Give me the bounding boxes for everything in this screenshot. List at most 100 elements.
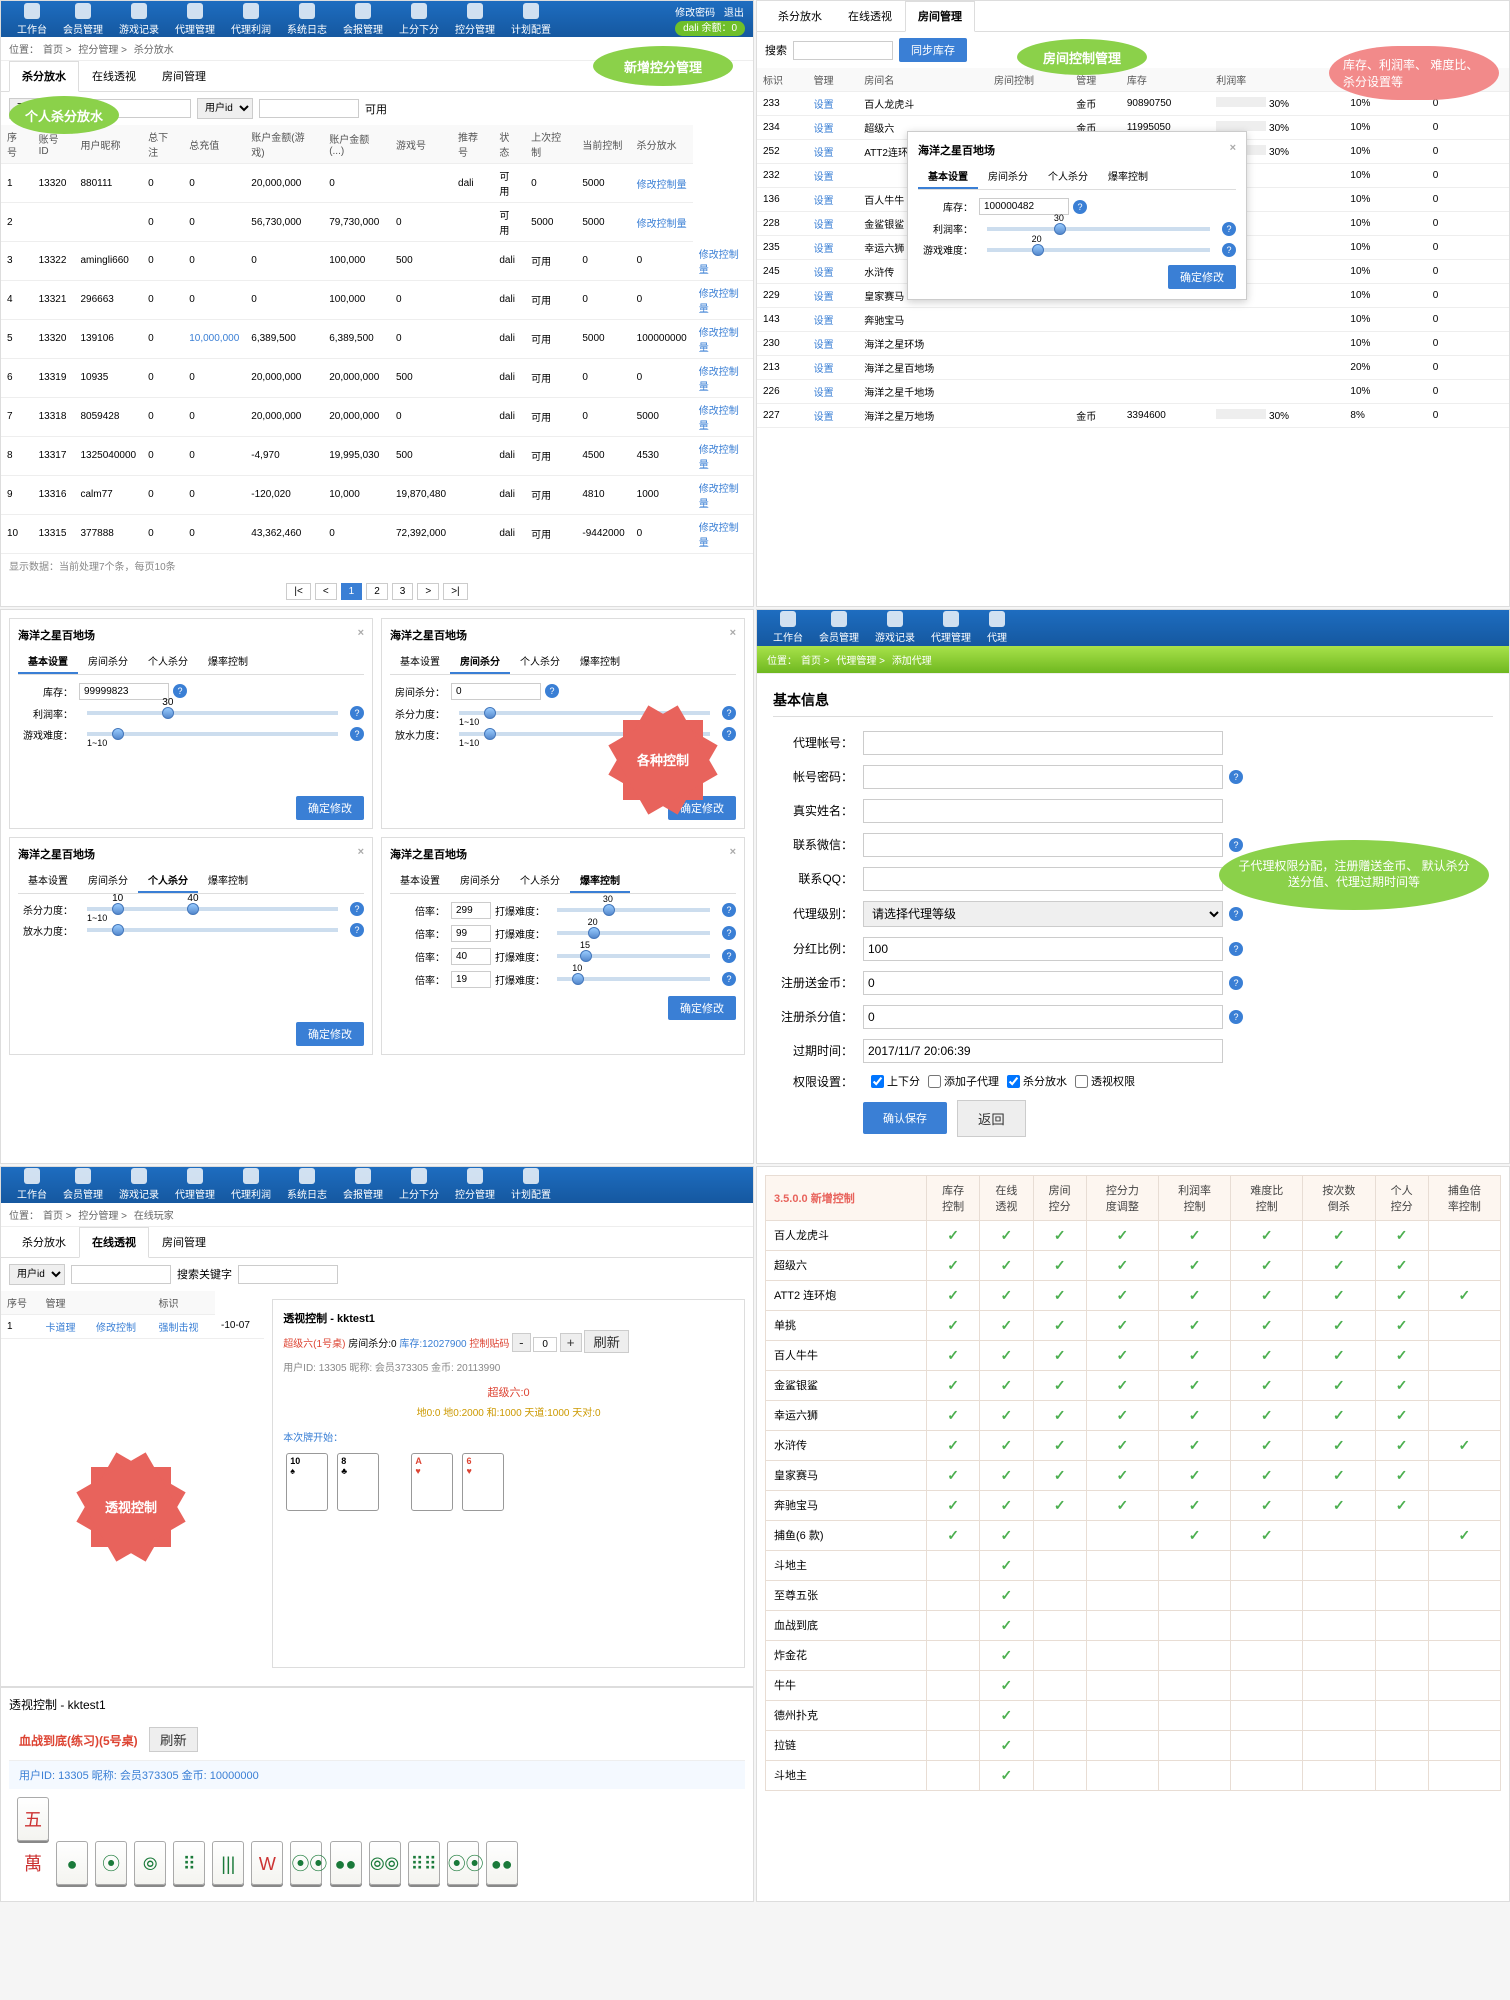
page-button[interactable]: >| <box>443 583 467 600</box>
realname-input[interactable] <box>863 799 1223 823</box>
explode-slider[interactable]: 10 <box>557 977 710 981</box>
ctab[interactable]: 个人杀分 <box>1038 164 1098 189</box>
profit-slider[interactable]: 30 <box>87 711 338 715</box>
modify-control-link[interactable]: 修改控制量 <box>693 280 753 319</box>
ctab[interactable]: 爆率控制 <box>570 649 630 674</box>
help-icon[interactable]: ? <box>173 684 187 698</box>
multiplier-input[interactable] <box>451 948 491 965</box>
nav-item[interactable]: 代理管理 <box>923 611 979 644</box>
page-button[interactable]: 1 <box>341 583 363 600</box>
settings-link[interactable]: 设置 <box>808 332 859 356</box>
close-icon[interactable]: × <box>730 846 736 858</box>
nav-item[interactable]: 控分管理 <box>447 3 503 36</box>
ctab[interactable]: 爆率控制 <box>198 649 258 674</box>
ctab[interactable]: 个人杀分 <box>138 868 198 893</box>
stock-input[interactable] <box>79 683 169 700</box>
confirm-button[interactable]: 确定修改 <box>296 796 364 820</box>
ctab[interactable]: 房间杀分 <box>78 649 138 674</box>
tab[interactable]: 杀分放水 <box>9 61 79 92</box>
nav-item[interactable]: 上分下分 <box>391 1168 447 1201</box>
nav-item[interactable]: 系统日志 <box>279 3 335 36</box>
kill-slider[interactable]: 10401~10 <box>87 907 338 911</box>
difficulty-slider[interactable]: 20 <box>987 248 1210 252</box>
settings-link[interactable]: 设置 <box>808 212 859 236</box>
cb-updown[interactable] <box>871 1075 884 1088</box>
help-icon[interactable]: ? <box>722 972 736 986</box>
difficulty-slider[interactable]: 1~10 <box>87 732 338 736</box>
nav-item[interactable]: 代理 <box>979 611 1015 644</box>
help-icon[interactable]: ? <box>350 902 364 916</box>
nav-item[interactable]: 会报管理 <box>335 1168 391 1201</box>
modify-control-link[interactable]: 修改控制量 <box>631 164 693 203</box>
help-icon[interactable]: ? <box>1229 907 1243 921</box>
nav-item[interactable]: 游戏记录 <box>867 611 923 644</box>
settings-link[interactable]: 设置 <box>808 260 859 284</box>
explode-slider[interactable]: 20 <box>557 931 710 935</box>
refresh-button[interactable]: 刷新 <box>149 1727 198 1752</box>
nav-item[interactable]: 代理利润 <box>223 3 279 36</box>
modify-control-link[interactable]: 修改控制量 <box>693 397 753 436</box>
help-icon[interactable]: ? <box>722 949 736 963</box>
page-button[interactable]: > <box>417 583 439 600</box>
help-icon[interactable]: ? <box>350 706 364 720</box>
tab[interactable]: 房间管理 <box>149 1227 219 1257</box>
nav-item[interactable]: 计划配置 <box>503 1168 559 1201</box>
help-icon[interactable]: ? <box>1222 243 1236 257</box>
change-pw-link[interactable]: 修改密码 <box>675 8 715 19</box>
ctab[interactable]: 个人杀分 <box>510 649 570 674</box>
ctab[interactable]: 基本设置 <box>390 649 450 674</box>
nav-item[interactable]: 代理利润 <box>223 1168 279 1201</box>
sync-stock-button[interactable]: 同步库存 <box>899 38 967 62</box>
modify-control-link[interactable]: 修改控制量 <box>631 203 693 242</box>
help-icon[interactable]: ? <box>722 706 736 720</box>
help-icon[interactable]: ? <box>545 684 559 698</box>
settings-link[interactable]: 设置 <box>808 404 859 428</box>
cb-perspective[interactable] <box>1075 1075 1088 1088</box>
ctab[interactable]: 个人杀分 <box>510 868 570 893</box>
tab[interactable]: 在线透视 <box>79 1227 149 1258</box>
help-icon[interactable]: ? <box>1229 1010 1243 1024</box>
help-icon[interactable]: ? <box>1229 838 1243 852</box>
ctab[interactable]: 房间杀分 <box>450 868 510 893</box>
help-icon[interactable]: ? <box>722 727 736 741</box>
nav-item[interactable]: 会员管理 <box>811 611 867 644</box>
page-button[interactable]: 3 <box>392 583 414 600</box>
tab[interactable]: 房间管理 <box>905 1 975 32</box>
nav-item[interactable]: 工作台 <box>9 3 55 36</box>
ctab[interactable]: 爆率控制 <box>570 868 630 893</box>
keyword-input[interactable] <box>238 1265 338 1284</box>
ctab[interactable]: 基本设置 <box>18 649 78 674</box>
close-icon[interactable]: × <box>1230 142 1236 154</box>
modify-control-link[interactable]: 修改控制量 <box>693 436 753 475</box>
explode-slider[interactable]: 15 <box>557 954 710 958</box>
close-icon[interactable]: × <box>730 627 736 639</box>
save-button[interactable]: 确认保存 <box>863 1102 947 1134</box>
settings-link[interactable]: 设置 <box>808 92 859 116</box>
gold-input[interactable] <box>863 971 1223 995</box>
explode-slider[interactable]: 30 <box>557 908 710 912</box>
refresh-button[interactable]: 刷新 <box>584 1330 629 1353</box>
nav-item[interactable]: 控分管理 <box>447 1168 503 1201</box>
nav-item[interactable]: 游戏记录 <box>111 3 167 36</box>
back-button[interactable]: 返回 <box>957 1100 1026 1137</box>
modify-control-link[interactable]: 修改控制量 <box>693 319 753 358</box>
help-icon[interactable]: ? <box>1073 200 1087 214</box>
multiplier-input[interactable] <box>451 902 491 919</box>
qq-input[interactable] <box>863 867 1223 891</box>
nav-item[interactable]: 工作台 <box>9 1168 55 1201</box>
nav-item[interactable]: 代理管理 <box>167 1168 223 1201</box>
modify-control-link[interactable]: 修改控制量 <box>693 514 753 553</box>
settings-link[interactable]: 设置 <box>808 116 859 140</box>
user-select[interactable]: 用户id <box>197 98 253 119</box>
help-icon[interactable]: ? <box>1229 942 1243 956</box>
tab[interactable]: 杀分放水 <box>9 1227 79 1257</box>
help-icon[interactable]: ? <box>1229 770 1243 784</box>
nav-item[interactable]: 工作台 <box>765 611 811 644</box>
settings-link[interactable]: 设置 <box>808 356 859 380</box>
help-icon[interactable]: ? <box>350 727 364 741</box>
settings-link[interactable]: 设置 <box>808 140 859 164</box>
page-button[interactable]: |< <box>286 583 310 600</box>
settings-link[interactable]: 设置 <box>808 236 859 260</box>
user-input[interactable] <box>71 1265 171 1284</box>
ctab[interactable]: 房间杀分 <box>978 164 1038 189</box>
